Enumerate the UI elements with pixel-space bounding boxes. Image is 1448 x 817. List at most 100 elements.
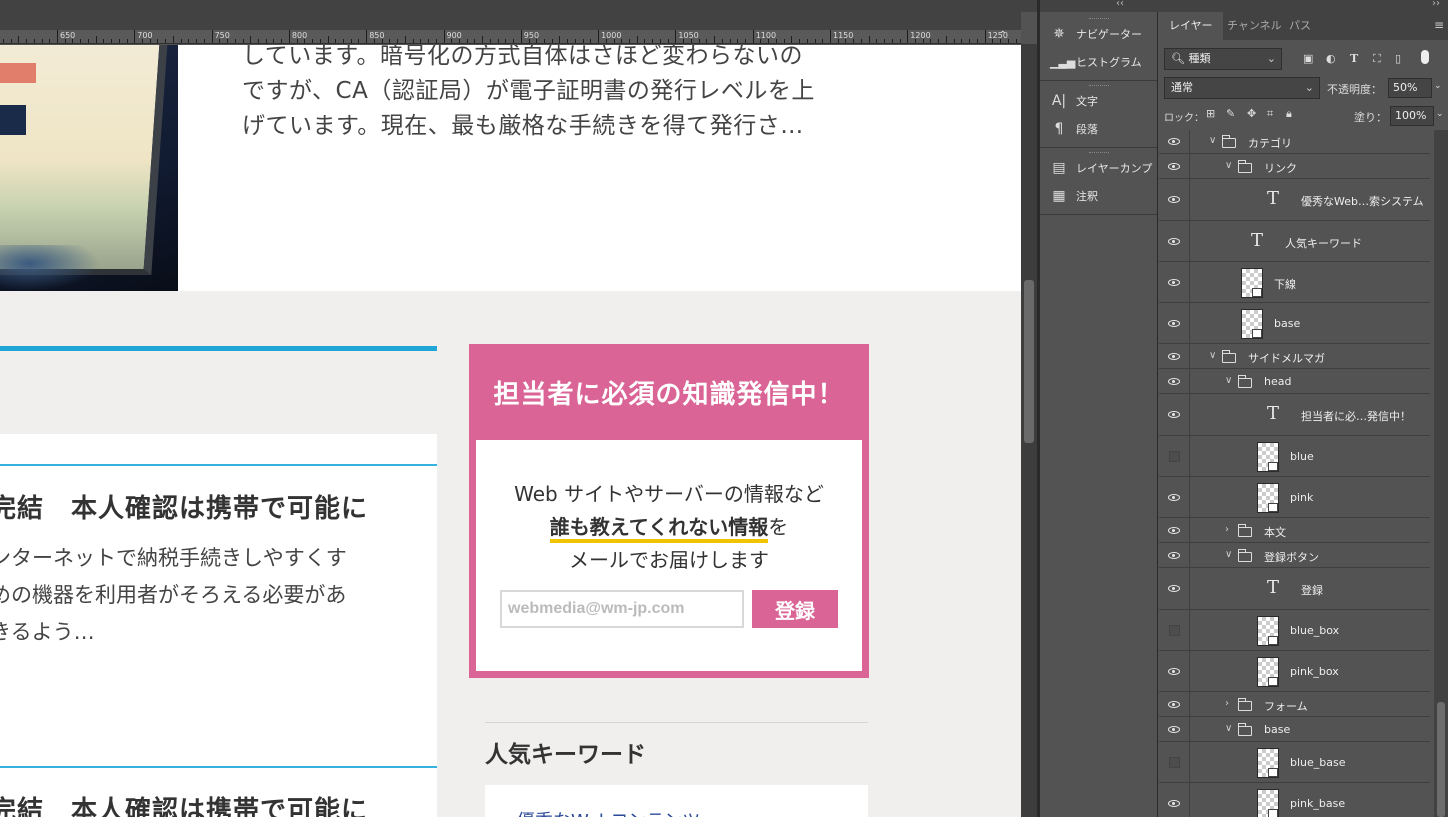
visibility-toggle[interactable] bbox=[1159, 543, 1190, 567]
visibility-toggle[interactable] bbox=[1159, 610, 1190, 650]
visibility-toggle[interactable] bbox=[1159, 568, 1190, 609]
layer-row[interactable]: ∨ カテゴリ bbox=[1159, 130, 1430, 154]
fill-input[interactable]: 100% bbox=[1390, 106, 1434, 126]
layer-row[interactable]: ∨ head bbox=[1159, 369, 1430, 394]
news-card[interactable]: 完結 本人確認は携帯で可能に bbox=[0, 736, 437, 817]
lock-pixels-icon[interactable]: ✎ bbox=[1226, 107, 1235, 120]
canvas-scrollbar[interactable] bbox=[1021, 44, 1037, 817]
dock-item-character[interactable]: A| 文字 bbox=[1040, 87, 1157, 115]
news-card[interactable]: 完結 本人確認は携帯で可能に ンターネットで納税手続きしやすくす めの機器を利用… bbox=[0, 434, 437, 750]
lock-artboard-icon[interactable]: ⌗ bbox=[1267, 107, 1273, 121]
email-input[interactable] bbox=[500, 590, 744, 628]
layer-name[interactable]: 本文 bbox=[1264, 524, 1286, 540]
layer-name[interactable]: サイドメルマガ bbox=[1248, 350, 1325, 366]
visibility-toggle[interactable] bbox=[1159, 154, 1190, 178]
dock-item-histogram[interactable]: ▁▃▅ ヒストグラム bbox=[1040, 48, 1157, 76]
layer-row[interactable]: ∨ 登録ボタン bbox=[1159, 543, 1430, 568]
layer-name[interactable]: base bbox=[1274, 317, 1300, 330]
tab-layers[interactable]: レイヤー bbox=[1159, 12, 1223, 40]
layer-name[interactable]: pink bbox=[1290, 491, 1313, 504]
visibility-toggle[interactable] bbox=[1159, 221, 1190, 261]
layer-row[interactable]: pink bbox=[1159, 477, 1430, 518]
layer-row[interactable]: T 優秀なWeb…索システム bbox=[1159, 179, 1430, 221]
layer-name[interactable]: カテゴリ bbox=[1248, 135, 1292, 151]
layer-row[interactable]: › 本文 bbox=[1159, 518, 1430, 543]
chevron-down-icon[interactable]: ∨ bbox=[1225, 160, 1232, 171]
visibility-toggle[interactable] bbox=[1159, 369, 1190, 393]
layer-row[interactable]: ∨ base bbox=[1159, 717, 1430, 742]
visibility-toggle[interactable] bbox=[1159, 179, 1190, 220]
layer-name[interactable]: pink_base bbox=[1290, 797, 1345, 810]
lock-transparent-icon[interactable]: ⊞ bbox=[1206, 107, 1215, 120]
visibility-toggle[interactable] bbox=[1159, 130, 1190, 153]
layer-row[interactable]: T 登録 bbox=[1159, 568, 1430, 610]
visibility-toggle[interactable] bbox=[1159, 262, 1190, 302]
chevron-down-icon[interactable]: ∨ bbox=[1209, 135, 1216, 146]
visibility-toggle[interactable] bbox=[1159, 394, 1190, 435]
document-canvas[interactable]: しています。暗号化の方式自体はさほど変わらないの ですが、CA（認証局）が電子証… bbox=[0, 45, 1021, 817]
visibility-toggle[interactable] bbox=[1159, 303, 1190, 343]
opacity-dropdown-icon[interactable]: ⌄ bbox=[1434, 81, 1442, 91]
type-filter-icon[interactable]: T bbox=[1350, 52, 1358, 65]
register-button[interactable]: 登録 bbox=[752, 590, 838, 628]
fill-dropdown-icon[interactable]: ⌄ bbox=[1436, 109, 1444, 119]
layers-scrollbar[interactable] bbox=[1434, 130, 1448, 817]
layer-name[interactable]: 担当者に必…発信中！ bbox=[1301, 408, 1411, 424]
visibility-toggle[interactable] bbox=[1159, 742, 1190, 782]
card-title[interactable]: 完結 本人確認は携帯で可能に bbox=[0, 790, 368, 817]
dock-item-navigator[interactable]: ✵ ナビゲーター bbox=[1040, 20, 1157, 48]
lock-all-icon[interactable]: 🔒︎ bbox=[1286, 107, 1292, 121]
layer-row[interactable]: T 担当者に必…発信中！ bbox=[1159, 394, 1430, 436]
layer-name[interactable]: フォーム bbox=[1264, 698, 1308, 714]
expand-panels-icon[interactable]: ›› bbox=[1432, 0, 1440, 9]
layer-row[interactable]: pink_box bbox=[1159, 651, 1430, 692]
opacity-input[interactable]: 50% bbox=[1388, 78, 1432, 98]
layer-row[interactable]: › フォーム bbox=[1159, 692, 1430, 717]
chevron-right-icon[interactable]: › bbox=[1225, 524, 1229, 535]
chevron-down-icon[interactable]: ∨ bbox=[1225, 375, 1232, 386]
layer-name[interactable]: head bbox=[1264, 375, 1291, 388]
layer-row[interactable]: base bbox=[1159, 303, 1430, 344]
layer-row[interactable]: pink_base bbox=[1159, 783, 1430, 817]
scroll-thumb[interactable] bbox=[1024, 280, 1034, 443]
visibility-toggle[interactable] bbox=[1159, 783, 1190, 817]
layer-row[interactable]: blue_base bbox=[1159, 742, 1430, 783]
lock-position-icon[interactable]: ✥ bbox=[1247, 107, 1256, 120]
kind-filter-select[interactable]: 🔍︎ 種類 ⌄ bbox=[1164, 48, 1282, 70]
dock-item-notes[interactable]: ▦ 注釈 bbox=[1040, 182, 1157, 210]
layer-name[interactable]: blue bbox=[1290, 450, 1314, 463]
layer-name[interactable]: blue_box bbox=[1290, 624, 1339, 637]
visibility-toggle[interactable] bbox=[1159, 518, 1190, 542]
layer-name[interactable]: base bbox=[1264, 723, 1290, 736]
layer-name[interactable]: pink_box bbox=[1290, 665, 1339, 678]
visibility-toggle[interactable] bbox=[1159, 436, 1190, 476]
shape-filter-icon[interactable]: ⛶ bbox=[1373, 52, 1381, 66]
layer-row[interactable]: ∨ リンク bbox=[1159, 154, 1430, 179]
layer-row[interactable]: T 人気キーワード bbox=[1159, 221, 1430, 262]
layer-row[interactable]: blue bbox=[1159, 436, 1430, 477]
collapse-panels-icon[interactable]: ‹‹ bbox=[1116, 0, 1124, 9]
layer-name[interactable]: 下線 bbox=[1274, 276, 1296, 292]
smart-object-filter-icon[interactable]: ▯ bbox=[1395, 52, 1401, 65]
filter-toggle[interactable] bbox=[1421, 50, 1429, 64]
panel-menu-icon[interactable]: ≡ bbox=[1434, 18, 1444, 32]
blend-mode-select[interactable]: 通常 ⌄ bbox=[1164, 77, 1320, 99]
layer-row[interactable]: 下線 bbox=[1159, 262, 1430, 303]
dock-item-paragraph[interactable]: ¶ 段落 bbox=[1040, 115, 1157, 143]
layer-name[interactable]: 人気キーワード bbox=[1285, 235, 1362, 251]
chevron-down-icon[interactable]: ∨ bbox=[1225, 723, 1232, 734]
layer-row[interactable]: blue_box bbox=[1159, 610, 1430, 651]
layer-name[interactable]: 登録ボタン bbox=[1264, 549, 1319, 565]
keyword-link[interactable]: 優秀なWebコンテンツ… bbox=[517, 807, 718, 817]
dock-item-layer-comps[interactable]: ▤ レイヤーカンプ bbox=[1040, 154, 1157, 182]
card-title[interactable]: 完結 本人確認は携帯で可能に bbox=[0, 488, 368, 525]
visibility-toggle[interactable] bbox=[1159, 651, 1190, 691]
chevron-right-icon[interactable]: › bbox=[1225, 698, 1229, 709]
adjustment-filter-icon[interactable]: ◐ bbox=[1326, 52, 1336, 65]
pixel-filter-icon[interactable]: ▣ bbox=[1303, 52, 1313, 65]
layer-name[interactable]: 登録 bbox=[1301, 582, 1323, 598]
layers-scroll-thumb[interactable] bbox=[1437, 702, 1445, 817]
chevron-down-icon[interactable]: ∨ bbox=[1209, 350, 1216, 361]
visibility-toggle[interactable] bbox=[1159, 344, 1190, 368]
layer-row[interactable]: ∨ サイドメルマガ bbox=[1159, 344, 1430, 369]
